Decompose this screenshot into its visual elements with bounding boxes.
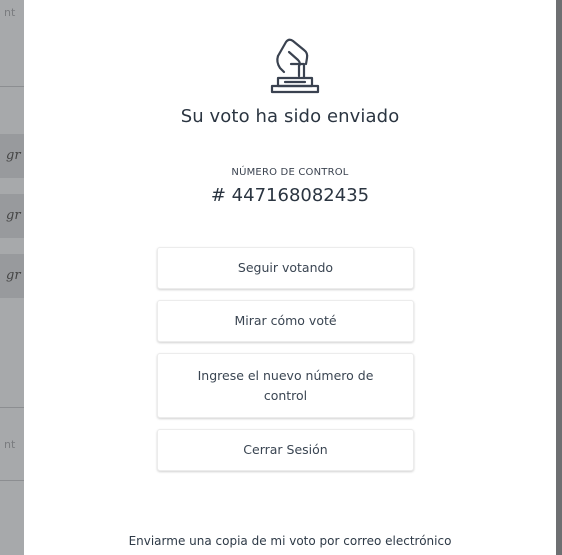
continue-voting-button[interactable]: Seguir votando	[157, 247, 414, 289]
ballot-box-hand-icon	[270, 38, 320, 94]
background-edge	[556, 0, 562, 555]
background-divider	[0, 86, 24, 87]
background-text-fragment: nt	[4, 438, 16, 451]
background-row: gr	[0, 194, 24, 238]
enter-new-control-number-button[interactable]: Ingrese el nuevo número de control	[157, 353, 414, 418]
email-copy-link[interactable]: Enviarme una copia de mi voto por correo…	[24, 534, 556, 548]
background-divider	[0, 480, 24, 481]
control-number-label: NÚMERO DE CONTROL	[231, 167, 349, 178]
view-my-vote-button[interactable]: Mirar cómo voté	[157, 300, 414, 342]
background-divider	[0, 407, 24, 408]
logout-button[interactable]: Cerrar Sesión	[157, 429, 414, 471]
background-text-fragment: nt	[4, 6, 16, 19]
background-row: gr	[0, 134, 24, 178]
background-page: nt gr gr gr nt	[0, 0, 24, 555]
screen: nt gr gr gr nt Su voto ha sido enviado N…	[0, 0, 562, 555]
vote-confirmation-modal: Su voto ha sido enviado NÚMERO DE CONTRO…	[24, 0, 556, 555]
background-row: gr	[0, 254, 24, 298]
page-title: Su voto ha sido enviado	[180, 106, 400, 127]
control-number-value: # 447168082435	[210, 185, 370, 206]
